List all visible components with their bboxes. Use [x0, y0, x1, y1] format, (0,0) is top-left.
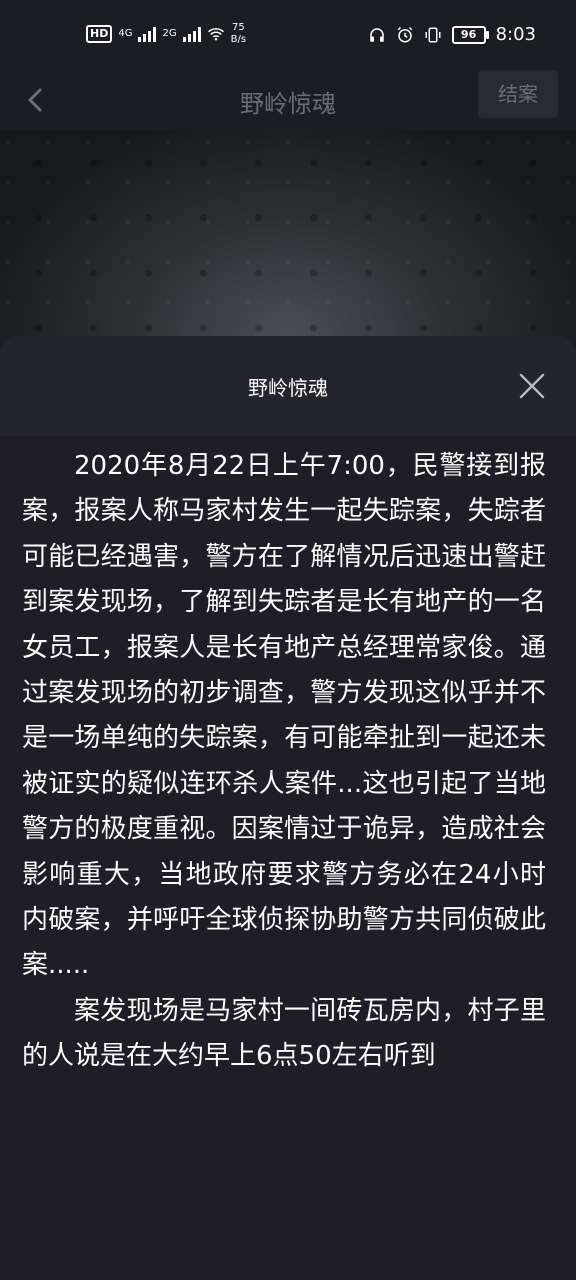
status-right: 96 8:03 — [368, 24, 536, 45]
sheet-body[interactable]: 2020年8月22日上午7:00，民警接到报案，报案人称马家村发生一起失踪案，失… — [0, 436, 576, 1280]
story-paragraph-2: 案发现场是马家村一间砖瓦房内，村子里的人说是在大约早上6点50左右听到 — [22, 995, 546, 1072]
clock: 8:03 — [495, 24, 536, 45]
sheet-header: 野岭惊魂 — [0, 336, 576, 436]
close-icon[interactable] — [516, 370, 548, 402]
headphones-icon — [369, 27, 384, 42]
signal-2-icon — [182, 26, 201, 42]
wifi-icon — [207, 28, 224, 41]
network-speed-unit: B/s — [230, 34, 247, 45]
battery-indicator: 96 — [451, 25, 489, 44]
alarm-icon — [397, 26, 412, 42]
status-bar: HD 4G 2G 75 B/s 96 8:03 — [0, 0, 576, 70]
network-label-2: 2G — [162, 28, 177, 39]
close-case-button[interactable]: 结案 — [478, 70, 558, 118]
story-sheet: 野岭惊魂 2020年8月22日上午7:00，民警接到报案，报案人称马家村发生一起… — [0, 336, 576, 1280]
background-image — [0, 130, 576, 370]
hd-badge: HD — [86, 25, 113, 43]
story-text: 2020年8月22日上午7:00，民警接到报案，报案人称马家村发生一起失踪案，失… — [22, 444, 546, 1080]
network-label-1: 4G — [118, 28, 133, 39]
network-speed-value: 75 — [231, 22, 245, 33]
nav-bar: 野岭惊魂 结案 — [0, 70, 576, 130]
signal-1-icon — [138, 26, 157, 42]
vibrate-icon — [425, 27, 441, 42]
network-speed: 75 B/s — [231, 22, 246, 46]
status-left: HD 4G 2G 75 B/s — [86, 22, 246, 46]
story-paragraph-1: 2020年8月22日上午7:00，民警接到报案，报案人称马家村发生一起失踪案，失… — [22, 451, 546, 981]
sheet-title: 野岭惊魂 — [248, 376, 328, 400]
